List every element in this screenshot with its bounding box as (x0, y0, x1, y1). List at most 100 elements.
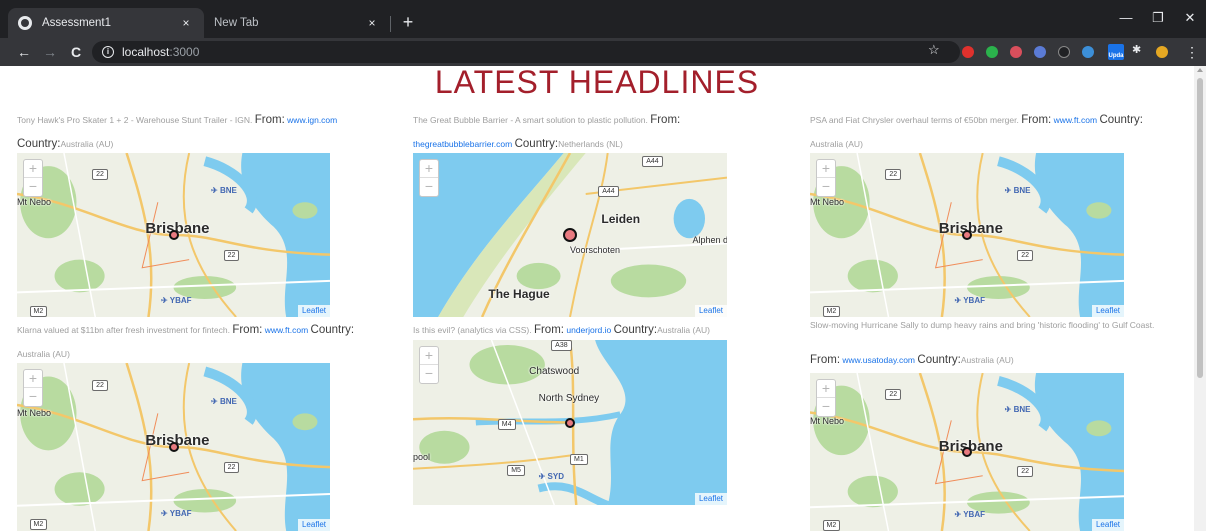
article-text: Klarna valued at $11bn after fresh inves… (17, 318, 397, 366)
page-scrollbar[interactable] (1194, 66, 1206, 531)
zoom-out-button[interactable]: − (817, 178, 835, 196)
source-link[interactable]: www.ft.com (1054, 115, 1097, 125)
country-label: Country: (17, 138, 61, 150)
zoom-control: + − (419, 346, 439, 384)
extension-block-icon[interactable] (1010, 46, 1022, 58)
city-label: Leiden (601, 212, 641, 227)
browser-toolbar: ← → C i localhost:3000 ☆ Upda ✱ ⋮ (0, 38, 1206, 66)
extension-blue-icon[interactable] (1034, 46, 1046, 58)
source-link[interactable]: www.ign.com (287, 115, 337, 125)
scroll-up-arrow-icon[interactable] (1197, 68, 1203, 72)
zoom-out-button[interactable]: − (420, 178, 438, 196)
map-brisbane[interactable]: + − Leaflet Mt Nebo 22 22 M2 ✈ BNE ✈ YBAF Brisban… (17, 363, 330, 531)
zoom-in-button[interactable]: + (420, 160, 438, 178)
map-brisbane[interactable]: + − Leaflet Mt Nebo 22 22 M2 ✈ BNE ✈ YBAF Brisban… (810, 373, 1124, 531)
article-text: Tony Hawk's Pro Skater 1 + 2 - Warehouse… (17, 108, 397, 156)
airport-label: ✈ BNE (211, 396, 237, 406)
road-shield: M5 (507, 465, 525, 477)
city-label: North Sydney (538, 392, 600, 404)
extension-sphere-icon[interactable] (1082, 46, 1094, 58)
airport-label: ✈ BNE (211, 185, 237, 195)
headline: PSA and Fiat Chrysler overhaul terms of … (810, 115, 1019, 125)
article-source-line: From: www.usatoday.com Country:Australia… (810, 348, 1180, 372)
zoom-out-button[interactable]: − (24, 388, 42, 406)
airport-label: ✈ YBAF (160, 295, 192, 305)
location-marker-icon[interactable] (563, 228, 577, 242)
town-label: Voorschoten (570, 244, 621, 255)
maximize-button[interactable]: ❐ (1148, 10, 1168, 26)
leaflet-attribution[interactable]: Leaflet (694, 305, 727, 317)
close-tab-icon[interactable]: × (178, 16, 194, 30)
road-shield: 22 (92, 169, 108, 181)
leaflet-attribution[interactable]: Leaflet (1091, 305, 1124, 317)
road-shield: 22 (223, 462, 240, 474)
article-text: The Great Bubble Barrier - A smart solut… (413, 108, 753, 156)
reload-icon[interactable]: C (66, 42, 86, 62)
from-label: From: (232, 324, 263, 336)
map-brisbane[interactable]: + − Leaflet Mt Nebo 22 22 M2 ✈ BNE ✈ YBAF Brisban… (17, 153, 330, 317)
airport-label: ✈ BNE (1004, 185, 1031, 195)
zoom-control: + − (816, 379, 836, 417)
zoom-in-button[interactable]: + (24, 370, 42, 388)
road-shield: M2 (822, 305, 841, 317)
zoom-in-button[interactable]: + (817, 160, 835, 178)
leaflet-attribution[interactable]: Leaflet (297, 305, 330, 317)
article-text: PSA and Fiat Chrysler overhaul terms of … (810, 108, 1190, 156)
tab-assessment1[interactable]: Assessment1 × (8, 8, 204, 38)
map-leiden[interactable]: + − Leaflet A44 A44 Leiden Voorschoten Alphen d… (413, 153, 727, 317)
avatar[interactable] (1156, 46, 1168, 58)
from-label: From: (650, 114, 681, 126)
extension-red-icon[interactable] (962, 46, 974, 58)
zoom-out-button[interactable]: − (24, 178, 42, 196)
road-shield: A44 (642, 156, 663, 168)
place-label: Mt Nebo (810, 415, 845, 426)
scrollbar-thumb[interactable] (1197, 78, 1203, 378)
forward-arrow-icon[interactable]: → (40, 42, 60, 62)
address-bar[interactable]: i localhost:3000 (92, 41, 960, 63)
zoom-out-button[interactable]: − (817, 398, 835, 416)
country-value: Australia (AU) (60, 139, 114, 149)
road-shield: A38 (551, 340, 572, 351)
location-marker-icon[interactable] (962, 447, 972, 457)
puzzle-icon[interactable]: ✱ (1132, 43, 1144, 56)
location-marker-icon[interactable] (168, 442, 179, 452)
close-window-button[interactable]: ✕ (1180, 10, 1200, 26)
location-marker-icon[interactable] (565, 417, 575, 428)
new-tab-button[interactable]: + (398, 12, 418, 32)
source-link[interactable]: www.usatoday.com (842, 355, 915, 365)
minimize-button[interactable]: — (1116, 10, 1136, 25)
extension-update-icon[interactable]: Upda (1108, 44, 1124, 60)
extension-green-icon[interactable] (986, 46, 998, 58)
tab-new-tab[interactable]: New Tab × (204, 8, 390, 38)
town-label: Alphen den R (692, 235, 727, 245)
place-label: Mt Nebo (810, 197, 845, 208)
close-tab-icon[interactable]: × (364, 16, 380, 30)
tab-title: Assessment1 (42, 17, 112, 29)
extension-moon-icon[interactable] (1058, 46, 1070, 58)
leaflet-attribution[interactable]: Leaflet (297, 519, 330, 531)
zoom-in-button[interactable]: + (24, 160, 42, 178)
menu-icon[interactable]: ⋮ (1182, 42, 1202, 62)
zoom-out-button[interactable]: − (420, 365, 438, 383)
leaflet-attribution[interactable]: Leaflet (1091, 519, 1124, 531)
info-icon[interactable]: i (102, 46, 114, 58)
zoom-in-button[interactable]: + (420, 347, 438, 365)
airport-label: ✈ YBAF (954, 510, 985, 520)
url-port: :3000 (169, 45, 200, 59)
airport-label: ✈ YBAF (954, 295, 985, 305)
road-shield: 22 (1017, 466, 1034, 478)
bookmark-star-icon[interactable]: ☆ (928, 42, 940, 58)
location-marker-icon[interactable] (168, 230, 179, 240)
source-link[interactable]: underjord.io (566, 325, 611, 335)
source-link[interactable]: www.ft.com (265, 325, 308, 335)
map-brisbane[interactable]: + − Leaflet Mt Nebo 22 22 M2 ✈ BNE ✈ YBAF Brisban… (810, 153, 1124, 317)
road-shield: 22 (1017, 249, 1034, 261)
zoom-in-button[interactable]: + (817, 380, 835, 398)
place-label: Mt Nebo (17, 408, 52, 419)
leaflet-attribution[interactable]: Leaflet (694, 493, 727, 505)
location-marker-icon[interactable] (962, 230, 972, 240)
map-sydney[interactable]: + − Leaflet A38 Chatswood North Sydney M4 M1 M5 p… (413, 340, 727, 505)
back-arrow-icon[interactable]: ← (14, 42, 34, 62)
road-shield: 22 (92, 379, 108, 391)
source-link[interactable]: thegreatbubblebarrier.com (413, 139, 512, 149)
